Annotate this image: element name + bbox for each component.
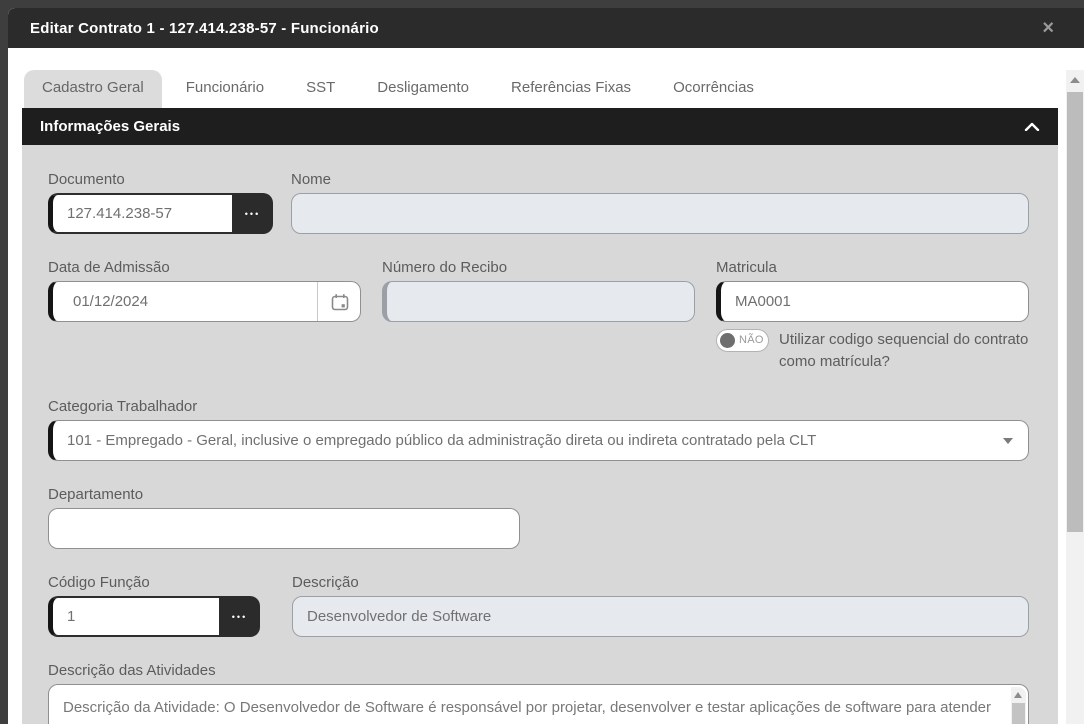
descricao-atividades-label: Descrição das Atividades xyxy=(48,662,1029,679)
textarea-scroll-thumb[interactable] xyxy=(1012,703,1025,724)
documento-input[interactable] xyxy=(48,193,232,234)
section-header[interactable]: Informações Gerais xyxy=(22,108,1058,145)
descricao-label: Descrição xyxy=(292,574,1029,591)
codigo-funcao-field-group: Código Função ••• xyxy=(48,574,260,637)
numero-recibo-input xyxy=(382,281,695,322)
descricao-field-group: Descrição xyxy=(292,574,1029,637)
scroll-up-icon[interactable] xyxy=(1070,77,1080,83)
categoria-label: Categoria Trabalhador xyxy=(48,398,1029,415)
modal-scrollbar[interactable] xyxy=(1066,70,1084,724)
modal-titlebar: Editar Contrato 1 - 127.414.238-57 - Fun… xyxy=(8,8,1084,48)
tab-desligamento[interactable]: Desligamento xyxy=(359,70,487,108)
tab-funcionario[interactable]: Funcionário xyxy=(168,70,282,108)
data-admissao-label: Data de Admissão xyxy=(48,259,361,276)
toggle-question-label: Utilizar codigo sequencial do contrato c… xyxy=(779,329,1029,373)
descricao-atividades-text: Descrição da Atividade: O Desenvolvedor … xyxy=(63,694,994,724)
nome-field-group: Nome xyxy=(291,171,1029,234)
documento-label: Documento xyxy=(48,171,273,188)
categoria-select[interactable]: 101 - Empregado - Geral, inclusive o emp… xyxy=(48,420,1029,461)
section-body: Documento ••• Nome Data de Admissão xyxy=(22,145,1058,724)
chevron-up-icon[interactable] xyxy=(1024,122,1040,131)
toggle-knob-icon xyxy=(720,333,735,348)
modal-title: Editar Contrato 1 - 127.414.238-57 - Fun… xyxy=(30,20,379,37)
codigo-funcao-label: Código Função xyxy=(48,574,260,591)
documento-lookup-button[interactable]: ••• xyxy=(232,193,273,234)
matricula-field-group: Matricula xyxy=(716,259,1029,322)
codigo-funcao-lookup-button[interactable]: ••• xyxy=(219,596,260,637)
descricao-input xyxy=(292,596,1029,637)
calendar-icon[interactable] xyxy=(317,282,361,321)
sequential-code-toggle[interactable]: NÃO xyxy=(716,329,769,352)
categoria-field-group: Categoria Trabalhador 101 - Empregado - … xyxy=(48,398,1029,461)
documento-field-group: Documento ••• xyxy=(48,171,273,234)
tab-ocorrencias[interactable]: Ocorrências xyxy=(655,70,772,108)
section-title: Informações Gerais xyxy=(40,118,180,135)
sequential-code-toggle-group: NÃO Utilizar codigo sequencial do contra… xyxy=(716,329,1029,373)
general-info-card: Informações Gerais Documento ••• xyxy=(22,108,1058,724)
descricao-atividades-textarea[interactable]: Descrição da Atividade: O Desenvolvedor … xyxy=(48,684,1029,724)
tab-sst[interactable]: SST xyxy=(288,70,353,108)
nome-label: Nome xyxy=(291,171,1029,188)
departamento-label: Departamento xyxy=(48,486,1029,503)
numero-recibo-label: Número do Recibo xyxy=(382,259,695,276)
descricao-atividades-field-group: Descrição das Atividades Descrição da At… xyxy=(48,662,1029,724)
toggle-state-label: NÃO xyxy=(739,334,764,346)
departamento-field-group: Departamento xyxy=(48,486,1029,549)
tab-bar: Cadastro Geral Funcionário SST Desligame… xyxy=(24,70,1084,108)
departamento-input[interactable] xyxy=(48,508,520,549)
tab-referencias-fixas[interactable]: Referências Fixas xyxy=(493,70,649,108)
edit-contract-modal: Editar Contrato 1 - 127.414.238-57 - Fun… xyxy=(8,8,1084,724)
close-icon[interactable]: × xyxy=(1042,18,1062,38)
matricula-input[interactable] xyxy=(716,281,1029,322)
modal-body: Cadastro Geral Funcionário SST Desligame… xyxy=(8,70,1084,724)
tab-cadastro-geral[interactable]: Cadastro Geral xyxy=(24,70,162,108)
textarea-scrollbar[interactable] xyxy=(1011,687,1026,724)
scrollbar-thumb[interactable] xyxy=(1067,92,1083,532)
matricula-label: Matricula xyxy=(716,259,1029,276)
data-admissao-input[interactable] xyxy=(48,281,361,322)
nome-input xyxy=(291,193,1029,234)
codigo-funcao-input[interactable] xyxy=(48,596,219,637)
data-admissao-field-group: Data de Admissão xyxy=(48,259,361,322)
numero-recibo-field-group: Número do Recibo xyxy=(382,259,695,322)
textarea-scroll-up-icon[interactable] xyxy=(1014,692,1022,698)
